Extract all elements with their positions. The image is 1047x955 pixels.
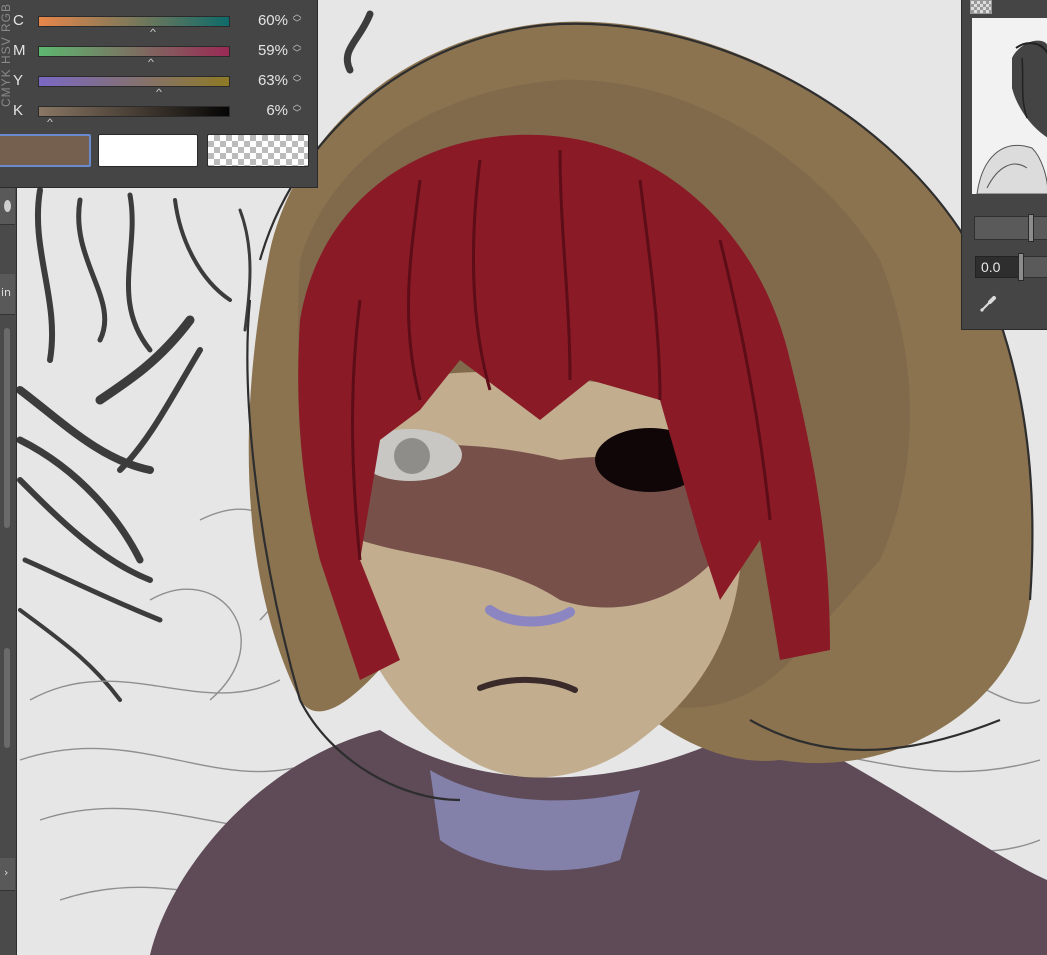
caret-up-icon[interactable]: ^ <box>47 118 53 127</box>
rotation-slider[interactable] <box>1020 256 1047 278</box>
sub-color-swatch[interactable] <box>98 134 198 167</box>
tool-strip-button[interactable] <box>0 188 15 225</box>
tool-strip-scrollbar-lower[interactable] <box>4 648 10 748</box>
up-down-arrows-icon[interactable]: ︿ ﹀ <box>291 100 303 120</box>
tool-strip-button-in[interactable]: in <box>0 274 15 315</box>
main-color-swatch[interactable] <box>0 134 91 167</box>
zoom-slider[interactable] <box>974 216 1047 240</box>
navigator-panel: 0.0 <box>961 0 1047 330</box>
navigator-thumbnail[interactable] <box>972 18 1047 194</box>
slider-row-m: M ^ 59% ︿ ﹀ <box>0 38 318 67</box>
y-value[interactable]: 63% <box>240 72 288 89</box>
up-down-arrows-icon[interactable]: ︿ ﹀ <box>291 70 303 90</box>
c-slider-track[interactable] <box>38 16 230 27</box>
channel-label: C <box>13 12 24 29</box>
k-value[interactable]: 6% <box>240 102 288 119</box>
m-slider-track[interactable] <box>38 46 230 57</box>
checkerboard-icon[interactable] <box>970 0 992 14</box>
chevron-right-icon: › <box>4 866 9 879</box>
caret-up-icon[interactable]: ^ <box>148 58 154 67</box>
channel-label: Y <box>13 72 24 89</box>
thumbnail-preview <box>972 18 1047 194</box>
k-slider-track[interactable] <box>38 106 230 117</box>
dot-icon <box>4 200 11 212</box>
tool-strip: in › <box>0 188 17 955</box>
c-value[interactable]: 60% <box>240 12 288 29</box>
up-down-arrows-icon[interactable]: ︿ ﹀ <box>291 10 303 30</box>
caret-up-icon[interactable]: ^ <box>150 28 156 37</box>
tool-strip-scrollbar[interactable] <box>4 328 10 528</box>
caret-up-icon[interactable]: ^ <box>156 88 162 97</box>
m-value[interactable]: 59% <box>240 42 288 59</box>
zoom-slider-handle[interactable] <box>1028 214 1034 242</box>
rotation-input[interactable]: 0.0 <box>975 256 1019 278</box>
color-slider-panel: CMYK HSV RGB C ^ 60% ︿ ﹀ M ^ 59% ︿ ﹀ Y ^ 6… <box>0 0 318 188</box>
rotation-slider-handle[interactable] <box>1018 253 1024 281</box>
channel-label: K <box>13 102 24 119</box>
eyedropper-icon[interactable] <box>978 292 1000 314</box>
tool-strip-label: in <box>1 286 12 299</box>
up-down-arrows-icon[interactable]: ︿ ﹀ <box>291 40 303 60</box>
channel-label: M <box>13 42 26 59</box>
slider-row-y: Y ^ 63% ︿ ﹀ <box>0 68 318 97</box>
y-slider-track[interactable] <box>38 76 230 87</box>
transparent-color-swatch[interactable] <box>207 134 309 167</box>
slider-row-k: K ^ 6% ︿ ﹀ <box>0 98 318 127</box>
tool-strip-button-expand[interactable]: › <box>0 858 15 891</box>
slider-row-c: C ^ 60% ︿ ﹀ <box>0 8 318 37</box>
